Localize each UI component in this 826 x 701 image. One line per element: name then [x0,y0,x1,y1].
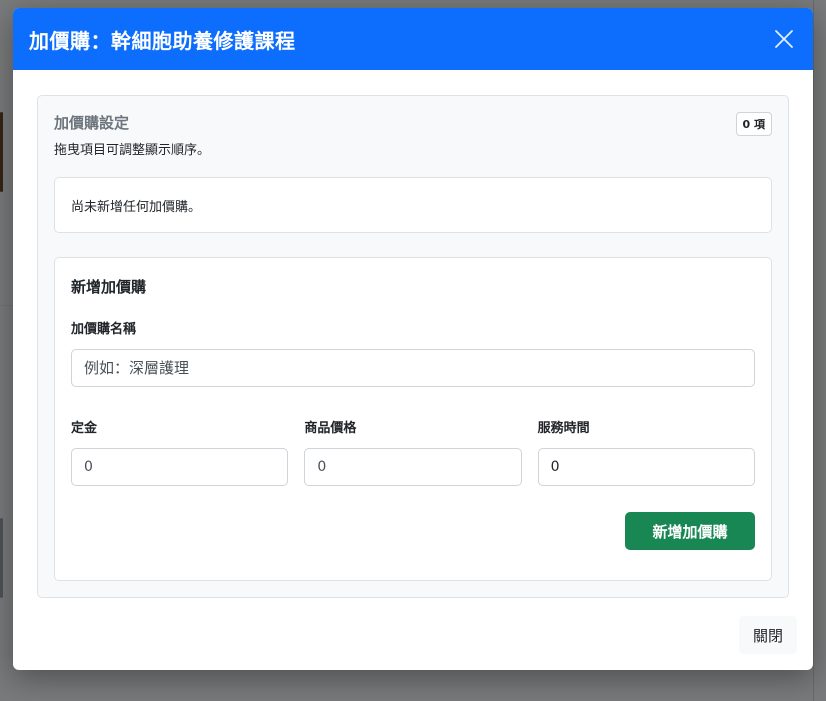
deposit-label: 定金 [71,421,98,436]
modal-body: 加價購設定 拖曳項目可調整顯示順序。 0 項 尚未新增任何加價購。 新增加價購 … [13,70,813,598]
addon-settings-card: 加價購設定 拖曳項目可調整顯示順序。 0 項 尚未新增任何加價購。 新增加價購 … [37,95,789,598]
modal-footer: 關閉 [13,616,813,670]
count-badge: 0 項 [735,112,772,136]
close-button[interactable]: 關閉 [739,616,797,654]
add-addon-form: 新增加價購 加價購名稱 定金 商品價格 服務時間 [54,257,772,581]
duration-label: 服務時間 [537,421,590,436]
modal-header: 加價購：幹細胞助養修護課程 [13,8,813,70]
name-label: 加價購名稱 [71,322,137,337]
add-form-title: 新增加價購 [71,278,147,296]
price-label: 商品價格 [304,421,357,436]
modal-title: 加價購：幹細胞助養修護課程 [29,28,296,53]
empty-state: 尚未新增任何加價購。 [54,177,772,233]
add-addon-button[interactable]: 新增加價購 [625,512,755,550]
addon-name-input[interactable] [71,349,755,387]
close-icon[interactable] [769,24,799,54]
settings-hint: 拖曳項目可調整顯示順序。 [54,143,211,158]
duration-input[interactable] [537,448,755,486]
settings-title: 加價購設定 [54,114,130,132]
price-input[interactable] [304,448,522,486]
deposit-input[interactable] [71,448,289,486]
addon-modal: 加價購：幹細胞助養修護課程 加價購設定 拖曳項目可調整顯示順序。 0 項 尚未新… [13,8,813,670]
empty-state-text: 尚未新增任何加價購。 [71,199,202,215]
